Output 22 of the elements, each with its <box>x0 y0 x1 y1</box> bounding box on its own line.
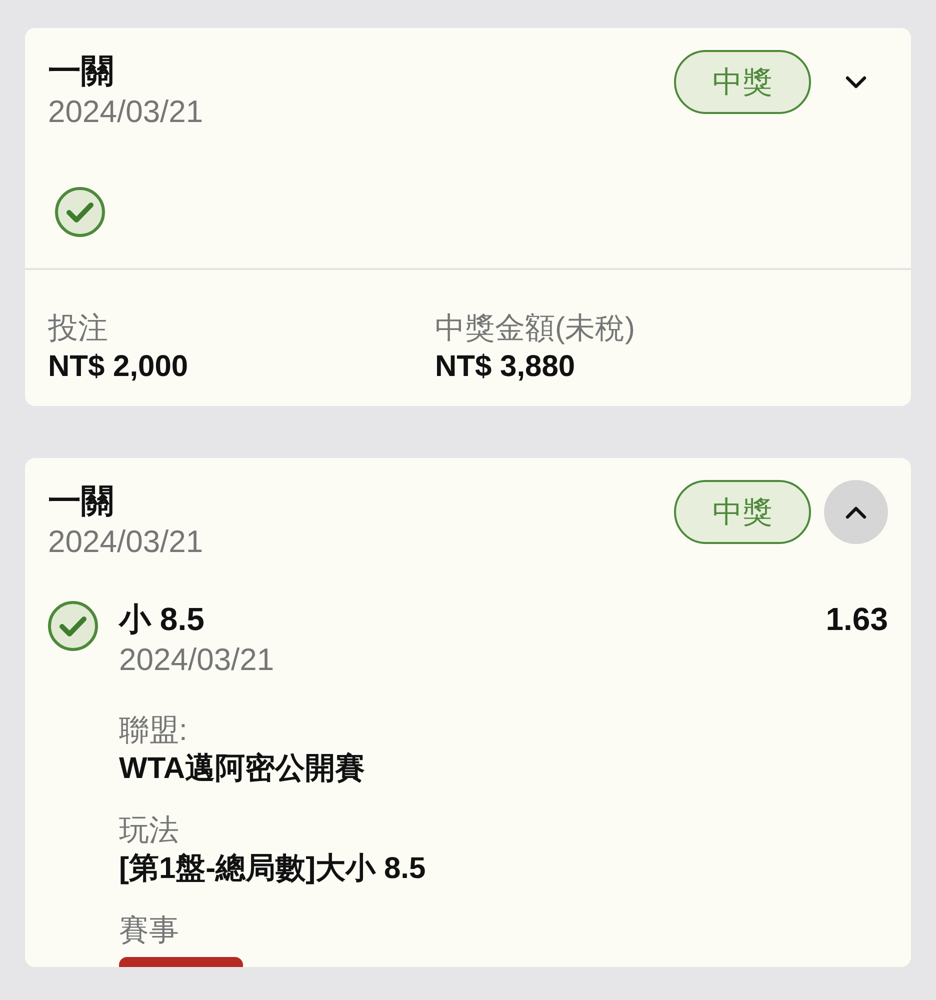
detail-label: 賽事 <box>119 913 179 949</box>
bet-type-title: 一關 <box>48 51 114 91</box>
summary-label: 投注 <box>48 311 108 347</box>
summary-value: NT$ 3,880 <box>435 349 576 385</box>
detail-value: WTA邁阿密公開賽 <box>119 751 366 787</box>
summary-label: 中獎金額(未稅) <box>435 311 635 347</box>
bet-type-title: 一關 <box>48 481 114 521</box>
status-badge: 中獎 <box>674 50 811 114</box>
selection-title: 小 8.5 <box>119 600 204 639</box>
check-circle-icon <box>48 601 98 651</box>
status-badge: 中獎 <box>674 480 811 544</box>
summary-value: NT$ 2,000 <box>48 349 188 385</box>
selection-date: 2024/03/21 <box>119 641 274 679</box>
odds-value: 1.63 <box>826 600 888 639</box>
bet-date: 2024/03/21 <box>48 523 204 561</box>
check-circle-icon <box>55 187 105 237</box>
detail-label: 玩法 <box>119 813 179 849</box>
chevron-down-icon <box>845 76 867 88</box>
bet-date: 2024/03/21 <box>48 93 204 131</box>
detail-label: 聯盟: <box>119 713 188 749</box>
chevron-up-icon <box>845 506 867 518</box>
detail-value: [第1盤-總局數]大小 8.5 <box>119 851 426 887</box>
